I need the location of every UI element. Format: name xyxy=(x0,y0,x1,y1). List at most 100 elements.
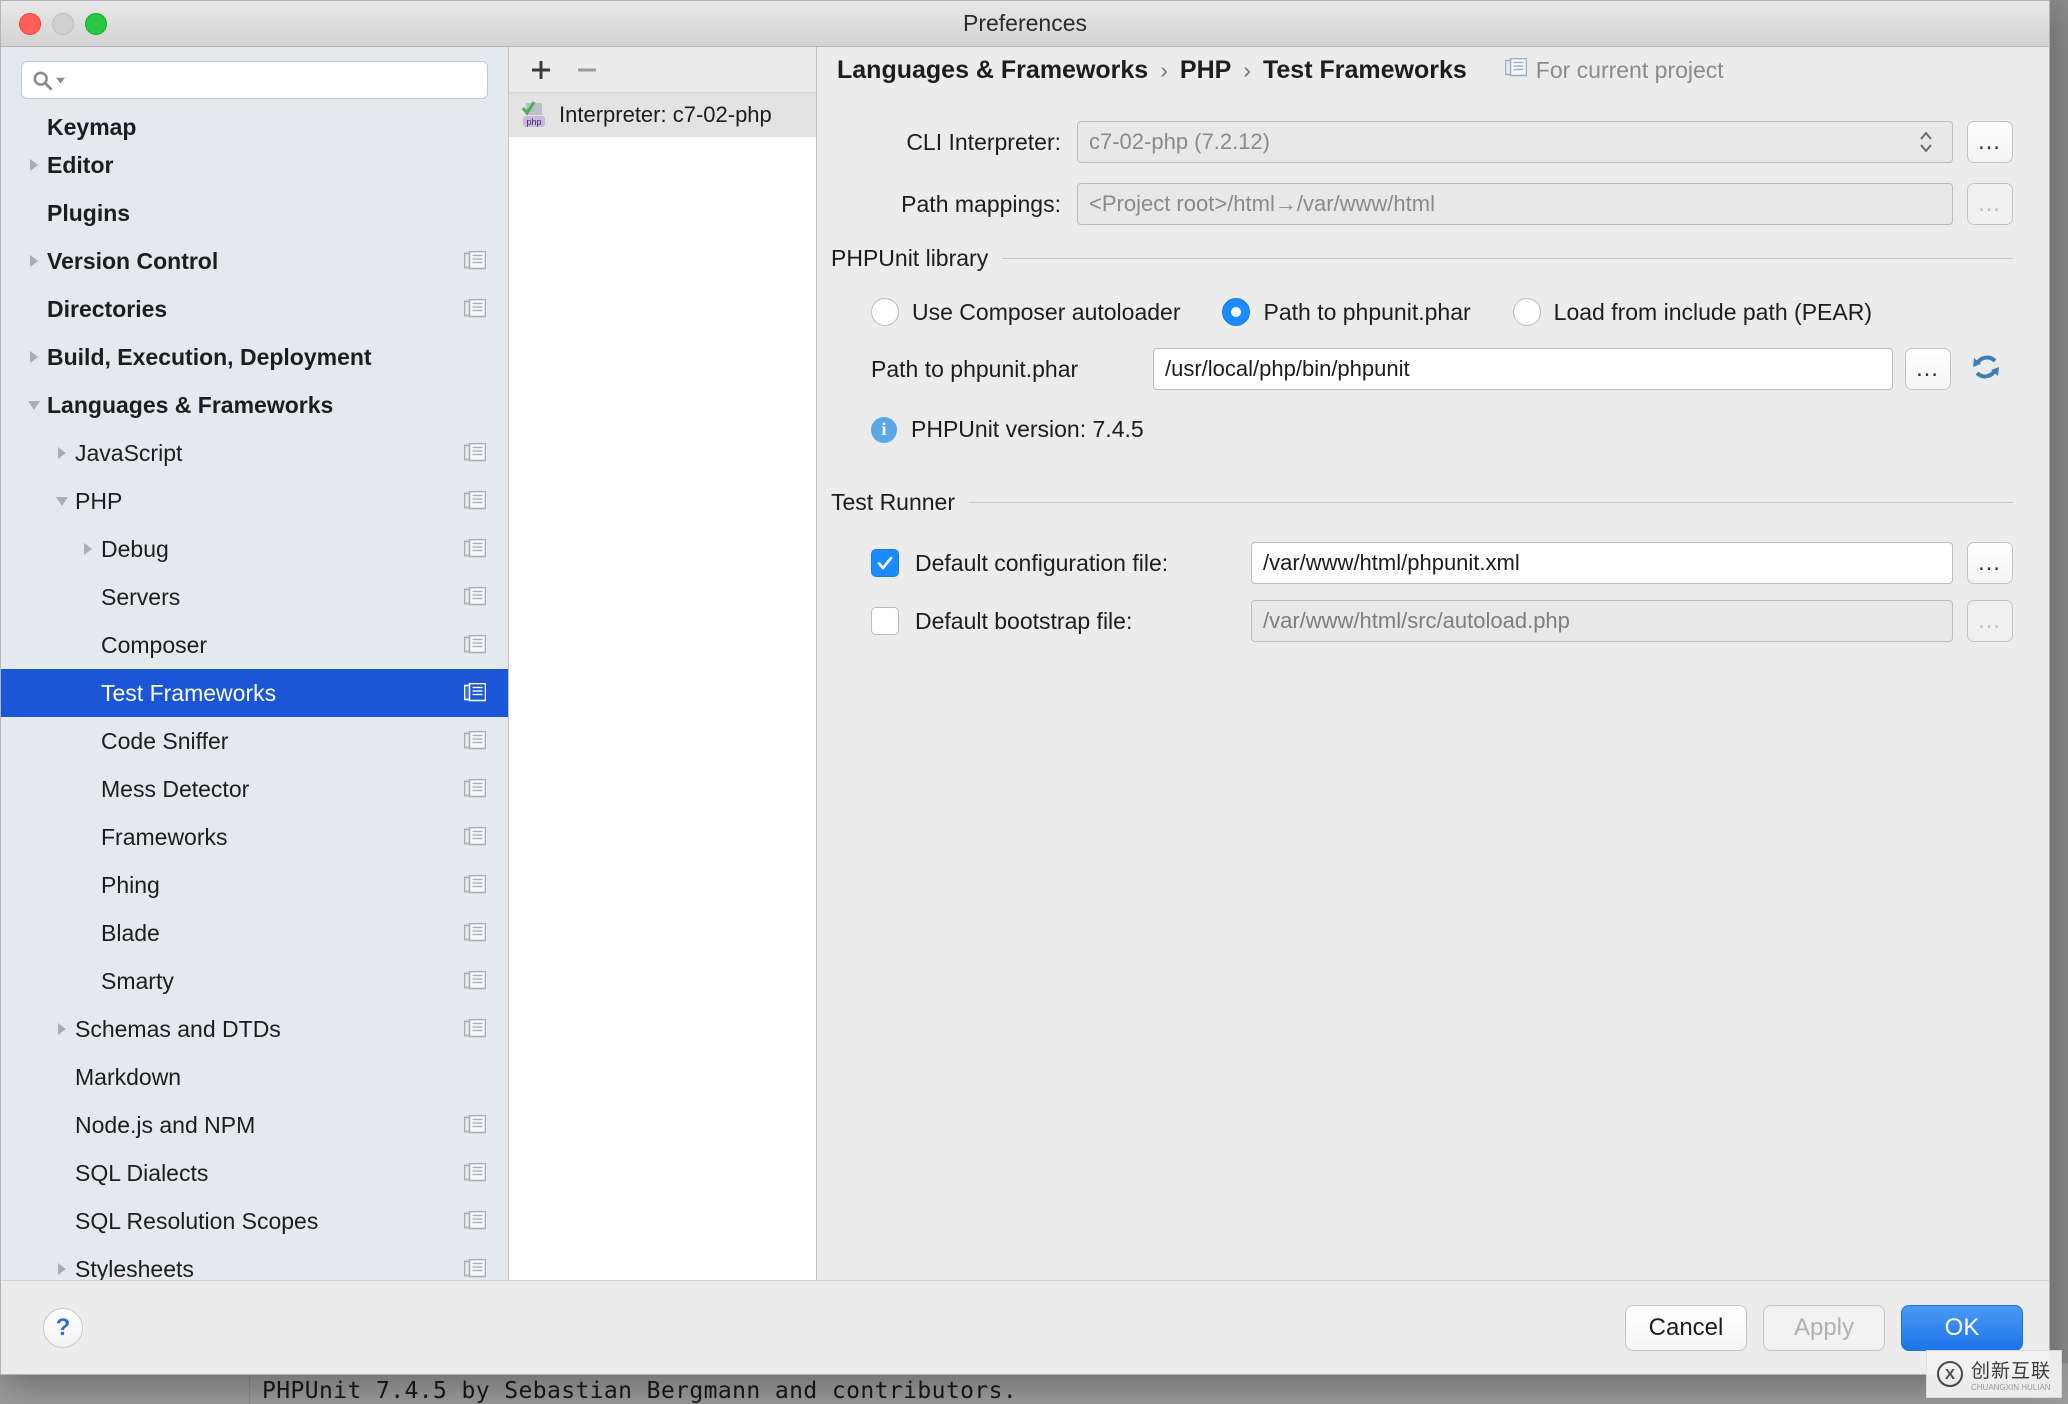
default-bootstrap-file-input[interactable]: /var/www/html/src/autoload.php xyxy=(1251,600,1953,642)
sidebar-item-label: Editor xyxy=(47,151,114,178)
cli-interpreter-select[interactable]: c7-02-php (7.2.12) xyxy=(1077,121,1953,163)
sidebar-item-sql-resolution-scopes[interactable]: SQL Resolution Scopes xyxy=(1,1197,508,1245)
chevron-right-icon[interactable] xyxy=(75,536,101,562)
cli-interpreter-browse-button[interactable]: … xyxy=(1967,121,2013,163)
sidebar-item-node-js-and-npm[interactable]: Node.js and NPM xyxy=(1,1101,508,1149)
sidebar-item-version-control[interactable]: Version Control xyxy=(1,237,508,285)
interpreter-list-item[interactable]: php Interpreter: c7-02-php xyxy=(509,93,816,137)
copy-settings-icon xyxy=(464,731,486,751)
sidebar-item-languages-frameworks[interactable]: Languages & Frameworks xyxy=(1,381,508,429)
sidebar-item-label: Composer xyxy=(101,631,208,658)
copy-settings-icon xyxy=(464,779,486,799)
copy-settings-icon xyxy=(464,1019,486,1039)
chevron-right-icon[interactable] xyxy=(21,248,47,274)
radio-use-composer-autoloader[interactable]: Use Composer autoloader xyxy=(871,298,1180,326)
sidebar-item-frameworks[interactable]: Frameworks xyxy=(1,813,508,861)
sidebar-item-php[interactable]: PHP xyxy=(1,477,508,525)
test-frameworks-form: CLI Interpreter: c7-02-php (7.2.12) … Pa… xyxy=(817,93,2049,1280)
radio-icon[interactable] xyxy=(871,298,899,326)
sidebar-item-stylesheets[interactable]: Stylesheets xyxy=(1,1245,508,1280)
chevron-right-icon[interactable] xyxy=(21,152,47,178)
minimize-window-button[interactable] xyxy=(52,12,74,35)
php-checked-icon: php xyxy=(521,101,549,129)
sidebar-item-label: Node.js and NPM xyxy=(75,1111,256,1138)
radio-icon[interactable] xyxy=(1222,298,1251,326)
group-divider xyxy=(1002,258,2013,259)
phpunit-library-radio-group[interactable]: Use Composer autoloader Path to phpunit.… xyxy=(871,298,2013,326)
remove-configuration-button[interactable] xyxy=(569,53,605,87)
sidebar-item-plugins[interactable]: Plugins xyxy=(1,189,508,237)
sidebar-item-debug[interactable]: Debug xyxy=(1,525,508,573)
interpreter-list[interactable]: php Interpreter: c7-02-php xyxy=(509,93,816,1280)
path-mappings-field[interactable]: <Project root>/html→/var/www/html xyxy=(1077,183,1953,225)
sidebar-item-label: Frameworks xyxy=(101,823,228,850)
default-configuration-file-input[interactable]: /var/www/html/phpunit.xml xyxy=(1251,542,1953,584)
sidebar-item-servers[interactable]: Servers xyxy=(1,573,508,621)
search-box[interactable] xyxy=(21,61,488,99)
cli-interpreter-value: c7-02-php (7.2.12) xyxy=(1089,129,1270,154)
radio-icon[interactable] xyxy=(1512,298,1541,326)
sidebar-item-javascript[interactable]: JavaScript xyxy=(1,429,508,477)
sidebar-item-phing[interactable]: Phing xyxy=(1,861,508,909)
cancel-button[interactable]: Cancel xyxy=(1625,1304,1747,1351)
sidebar-item-smarty[interactable]: Smarty xyxy=(1,957,508,1005)
sidebar-item-test-frameworks[interactable]: Test Frameworks xyxy=(1,669,508,717)
stepper-icon[interactable] xyxy=(1911,122,1941,162)
help-button[interactable]: ? xyxy=(43,1307,83,1348)
sidebar-item-editor[interactable]: Editor xyxy=(1,141,508,189)
sidebar-item-blade[interactable]: Blade xyxy=(1,909,508,957)
project-scope-indicator: For current project xyxy=(1504,57,1724,84)
radio-path-to-phpunit-phar[interactable]: Path to phpunit.phar xyxy=(1222,298,1471,326)
sidebar-item-schemas-and-dtds[interactable]: Schemas and DTDs xyxy=(1,1005,508,1053)
chevron-right-icon[interactable] xyxy=(49,1256,75,1280)
search-input[interactable] xyxy=(73,68,477,92)
chevron-right-icon[interactable] xyxy=(49,1016,75,1042)
default-bootstrap-file-checkbox[interactable] xyxy=(871,607,899,635)
apply-button[interactable]: Apply xyxy=(1763,1304,1885,1351)
add-configuration-button[interactable] xyxy=(523,53,559,87)
refresh-icon[interactable] xyxy=(1969,350,2003,389)
settings-content-pane: Languages & Frameworks › PHP › Test Fram… xyxy=(817,47,2049,1280)
sidebar-item-label: Blade xyxy=(101,919,160,946)
test-runner-group: Test Runner Default configuration file: … xyxy=(829,489,2013,642)
chevron-right-icon[interactable] xyxy=(49,440,75,466)
test-runner-header: Test Runner xyxy=(829,489,2013,516)
breadcrumb-item-1[interactable]: PHP xyxy=(1180,56,1231,85)
phar-path-browse-button[interactable]: … xyxy=(1905,348,1951,390)
sidebar-item-keymap[interactable]: Keymap xyxy=(1,111,508,141)
default-bootstrap-file-browse-button[interactable]: … xyxy=(1967,600,2013,642)
settings-tree[interactable]: Keymap Editor Plugins Version Control Direct… xyxy=(1,111,508,1280)
radio-load-from-include-path[interactable]: Load from include path (PEAR) xyxy=(1512,298,1872,326)
breadcrumb-item-0[interactable]: Languages & Frameworks xyxy=(837,56,1148,85)
window-controls[interactable] xyxy=(19,12,107,35)
maximize-window-button[interactable] xyxy=(85,12,107,35)
sidebar-item-label: Code Sniffer xyxy=(101,727,229,754)
chevron-right-icon[interactable] xyxy=(21,344,47,370)
path-mappings-browse-button[interactable]: … xyxy=(1967,183,2013,225)
copy-settings-icon xyxy=(464,299,486,319)
phar-path-field[interactable]: /usr/local/php/bin/phpunit xyxy=(1153,348,1893,390)
close-window-button[interactable] xyxy=(19,12,41,35)
sidebar-item-sql-dialects[interactable]: SQL Dialects xyxy=(1,1149,508,1197)
default-configuration-file-browse-button[interactable]: … xyxy=(1967,542,2013,584)
sidebar-item-label: Version Control xyxy=(47,247,219,274)
sidebar-item-build-execution-deployment[interactable]: Build, Execution, Deployment xyxy=(1,333,508,381)
watermark-text: 创新互联 xyxy=(1970,1361,2051,1382)
sidebar-item-code-sniffer[interactable]: Code Sniffer xyxy=(1,717,508,765)
chevron-down-icon[interactable] xyxy=(21,392,47,418)
search-container xyxy=(1,47,508,111)
default-bootstrap-file-value: /var/www/html/src/autoload.php xyxy=(1263,608,1570,633)
sidebar-item-markdown[interactable]: Markdown xyxy=(1,1053,508,1101)
sidebar-item-mess-detector[interactable]: Mess Detector xyxy=(1,765,508,813)
default-configuration-file-label: Default configuration file: xyxy=(915,549,1169,576)
sidebar-item-composer[interactable]: Composer xyxy=(1,621,508,669)
sidebar-item-directories[interactable]: Directories xyxy=(1,285,508,333)
settings-tree-pane: Keymap Editor Plugins Version Control Direct… xyxy=(1,47,509,1280)
chevron-down-icon[interactable] xyxy=(49,488,75,514)
ok-button[interactable]: OK xyxy=(1901,1304,2023,1351)
default-configuration-file-checkbox[interactable] xyxy=(871,549,899,577)
